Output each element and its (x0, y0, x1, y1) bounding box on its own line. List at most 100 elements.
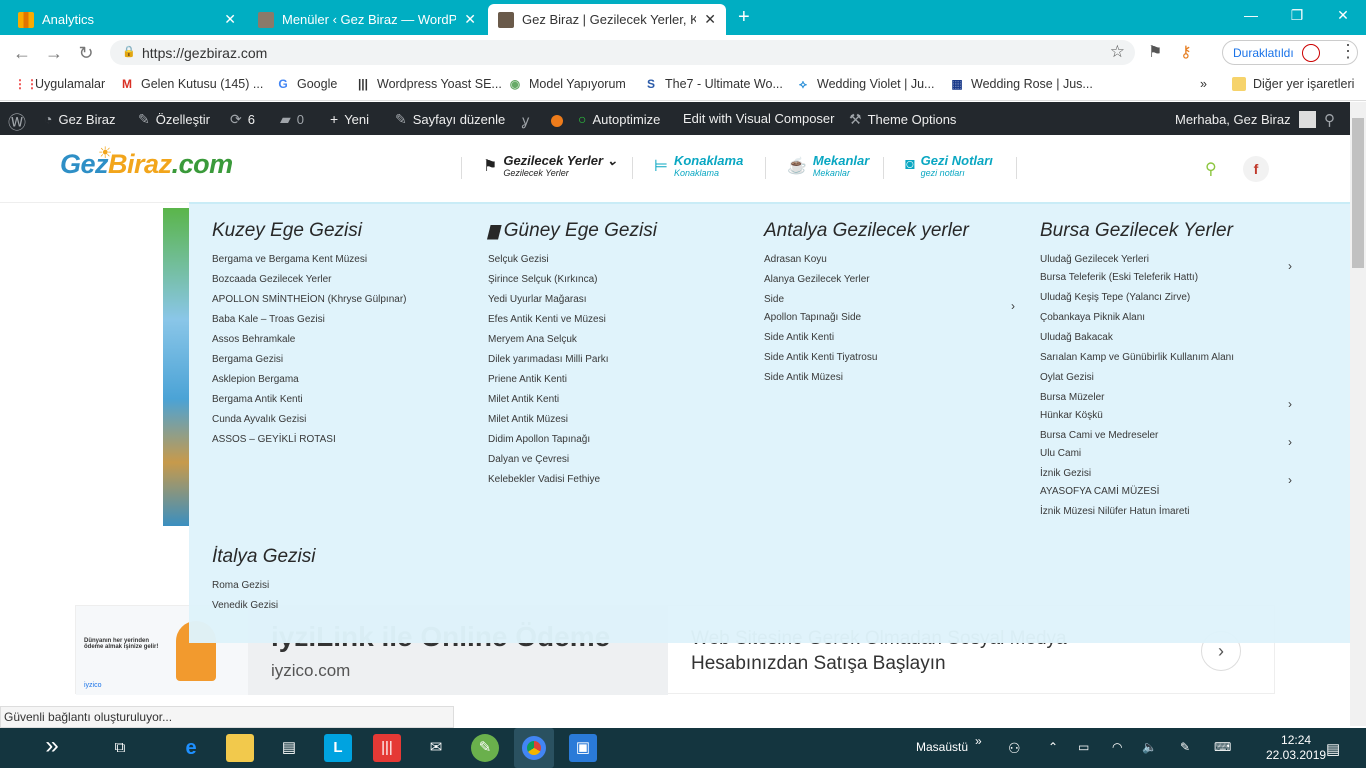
megamenu-link[interactable]: Roma Gezisi (212, 580, 269, 591)
megamenu-link[interactable]: Şirince Selçuk (Kırkınca) (488, 274, 597, 285)
app-green-icon[interactable]: ✎ (471, 734, 499, 762)
megamenu-link[interactable]: Bursa Müzeler (1040, 392, 1104, 403)
chevron-up-icon[interactable]: ⌃ (1048, 740, 1058, 754)
megamenu-link[interactable]: Meryem Ana Selçuk (488, 334, 577, 345)
close-icon[interactable]: ✕ (464, 11, 476, 28)
menu-gezi-notlari[interactable]: ◙ Gezi Notları gezi notları (905, 153, 993, 178)
megamenu-link[interactable]: Bursa Teleferik (Eski Teleferik Hattı) (1040, 272, 1198, 283)
megamenu-link[interactable]: Priene Antik Kenti (488, 374, 567, 385)
megamenu-heading[interactable]: Antalya Gezilecek yerler (764, 220, 1024, 242)
battery-icon[interactable]: ▭ (1078, 740, 1089, 754)
megamenu-link[interactable]: Uludağ Bakacak (1040, 332, 1113, 343)
megamenu-link[interactable]: Assos Behramkale (212, 334, 295, 345)
bookmarks-more-icon[interactable]: » (1200, 77, 1207, 91)
megamenu-link[interactable]: Asklepion Bergama (212, 374, 299, 385)
megamenu-link[interactable]: Bergama Gezisi (212, 354, 283, 365)
adminbar-visual-composer[interactable]: Edit with Visual Composer (683, 111, 835, 126)
megamenu-link[interactable]: Dalyan ve Çevresi (488, 454, 569, 465)
minimize-icon[interactable]: — (1228, 4, 1274, 26)
megamenu-link[interactable]: Bozcaada Gezilecek Yerler (212, 274, 332, 285)
megamenu-link[interactable]: Alanya Gezilecek Yerler (764, 274, 870, 285)
megamenu-link[interactable]: Dilek yarımadası Milli Parkı (488, 354, 609, 365)
adminbar-edit-page[interactable]: ✎ Sayfayı düzenle (395, 111, 505, 128)
megamenu-link[interactable]: Adrasan Koyu (764, 254, 827, 265)
tab-wordpress-menus[interactable]: Menüler ‹ Gez Biraz — WordPress ✕ (248, 4, 486, 35)
app-red-icon[interactable]: ||| (373, 734, 401, 762)
megamenu-link[interactable]: Yedi Uyurlar Mağarası (488, 294, 587, 305)
bookmark-google[interactable]: G Google (276, 77, 337, 91)
bookmark-yoast[interactable]: ||| Wordpress Yoast SE... (356, 77, 502, 91)
edge-icon[interactable]: e (177, 734, 205, 762)
megamenu-heading[interactable]: ▇ Güney Ege Gezisi (488, 220, 748, 242)
close-icon[interactable]: ✕ (704, 11, 716, 28)
megamenu-link[interactable]: Side Antik Müzesi (764, 372, 843, 383)
megamenu-link[interactable]: Ulu Cami (1040, 448, 1081, 459)
reload-icon[interactable]: ↻ (74, 41, 98, 65)
megamenu-link[interactable]: Venedik Gezisi (212, 600, 278, 611)
forward-icon[interactable]: → (42, 41, 66, 65)
megamenu-link[interactable]: Efes Antik Kenti ve Müzesi (488, 314, 606, 325)
facebook-icon[interactable]: f (1243, 156, 1269, 182)
megamenu-link[interactable]: Sarıalan Kamp ve Günübirlik Kullanım Ala… (1040, 352, 1234, 363)
site-logo[interactable]: GezBiraz.com (60, 149, 233, 180)
notification-icon[interactable]: ▤ (1326, 740, 1340, 758)
megamenu-link[interactable]: Didim Apollon Tapınağı (488, 434, 590, 445)
chevron-right-icon[interactable]: › (1288, 435, 1292, 449)
megamenu-link[interactable]: Uludağ Gezilecek Yerleri (1040, 254, 1149, 265)
address-bar[interactable]: 🔒 https://gezbiraz.com ☆ (110, 40, 1135, 65)
adminbar-theme-options[interactable]: ⚒ Theme Options (849, 111, 956, 128)
megamenu-link[interactable]: İznik Müzesi Nilüfer Hatun İmareti (1040, 506, 1190, 517)
menu-gezilecek-yerler[interactable]: ⚑ Gezilecek Yerler ⌄ Gezilecek Yerler (483, 153, 618, 178)
chevron-icon[interactable]: » (975, 734, 982, 748)
task-view-icon[interactable]: ⧉ (106, 734, 134, 762)
megamenu-link[interactable]: Milet Antik Kenti (488, 394, 559, 405)
chrome-icon[interactable] (514, 728, 554, 768)
megamenu-link[interactable]: Side (764, 294, 784, 305)
bookmark-wedding-rose[interactable]: ▦ Wedding Rose | Jus... (950, 77, 1093, 91)
start-icon[interactable]: » (30, 732, 74, 760)
store-icon[interactable]: ▤ (275, 734, 303, 762)
bookmark-gmail[interactable]: M Gelen Kutusu (145) ... (120, 77, 263, 91)
megamenu-link[interactable]: Side Antik Kenti (764, 332, 834, 343)
megamenu-link[interactable]: Hünkar Köşkü (1040, 410, 1103, 421)
adminbar-account[interactable]: Merhaba, Gez Biraz (1175, 111, 1316, 128)
megamenu-link[interactable]: Side Antik Kenti Tiyatrosu (764, 352, 877, 363)
restore-icon[interactable]: ❐ (1274, 4, 1320, 26)
wifi-icon[interactable]: ◠ (1112, 740, 1122, 754)
chevron-right-icon[interactable]: › (1288, 259, 1292, 273)
new-tab-icon[interactable]: + (738, 6, 750, 29)
bookmark-other[interactable]: Diğer yer işaretleri (1232, 77, 1354, 91)
extension-icon[interactable]: ⚑ (1148, 42, 1162, 62)
menu-dots-icon[interactable]: ⋮ (1339, 41, 1357, 62)
adminbar-new[interactable]: + Yeni (330, 111, 369, 127)
megamenu-link[interactable]: Baba Kale – Troas Gezisi (212, 314, 325, 325)
pen-icon[interactable]: ✎ (1180, 740, 1190, 754)
megamenu-link[interactable]: ASSOS – GEYİKLİ ROTASI (212, 434, 336, 445)
megamenu-link[interactable]: Cunda Ayvalık Gezisi (212, 414, 306, 425)
tab-gezbiraz[interactable]: Gez Biraz | Gezilecek Yerler, Konaklama … (488, 4, 726, 35)
tab-analytics[interactable]: Analytics ✕ (8, 4, 246, 35)
yoast-icon[interactable]: ỿ (522, 111, 535, 130)
megamenu-link[interactable]: Bergama Antik Kenti (212, 394, 303, 405)
file-explorer-icon[interactable] (226, 734, 254, 762)
app-l-icon[interactable]: L (324, 734, 352, 762)
clock[interactable]: 12:24 22.03.2019 (1266, 733, 1326, 763)
app-blue-icon[interactable]: ▣ (569, 734, 597, 762)
extension-key-icon[interactable]: ⚷ (1180, 42, 1192, 62)
adminbar-updates[interactable]: ⟳ 6 (230, 111, 255, 128)
megamenu-link[interactable]: Apollon Tapınağı Side (764, 312, 861, 323)
adminbar-site[interactable]: ◔ Gez Biraz (44, 111, 116, 127)
menu-mekanlar[interactable]: ☕ Mekanlar Mekanlar (787, 153, 869, 178)
adminbar-customize[interactable]: ✎ Özelleştir (138, 111, 210, 128)
scrollbar-thumb[interactable] (1352, 118, 1364, 268)
megamenu-link[interactable]: Bergama ve Bergama Kent Müzesi (212, 254, 367, 265)
chevron-right-icon[interactable]: › (1288, 473, 1292, 487)
keyboard-icon[interactable]: ⌨ (1214, 740, 1231, 754)
megamenu-link[interactable]: Oylat Gezisi (1040, 372, 1094, 383)
megamenu-link[interactable]: AYASOFYA CAMİ MÜZESİ (1040, 486, 1159, 497)
menu-konaklama[interactable]: ⊨ Konaklama Konaklama (654, 153, 743, 178)
close-icon[interactable]: ✕ (224, 11, 236, 28)
volume-icon[interactable]: 🔈 (1142, 740, 1157, 754)
search-icon[interactable]: ⚲ (1205, 159, 1217, 179)
megamenu-link[interactable]: İznik Gezisi (1040, 468, 1091, 479)
